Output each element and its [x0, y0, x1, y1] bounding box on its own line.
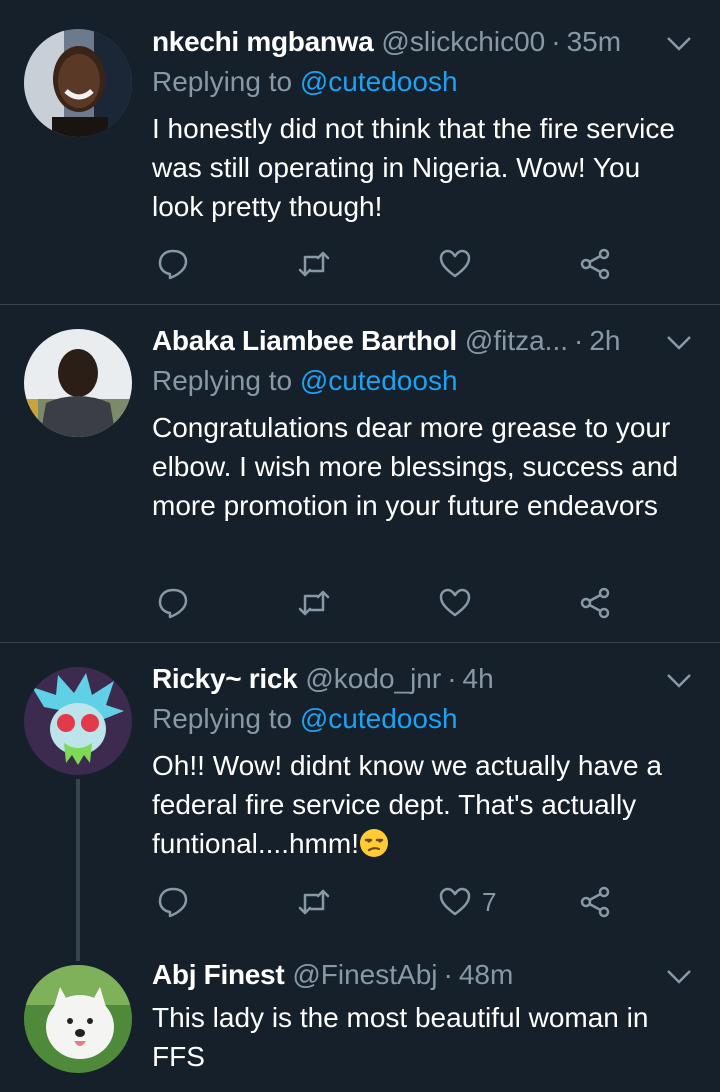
author-name[interactable]: Abj Finest: [152, 959, 285, 991]
tweet-actions: 7: [152, 882, 622, 922]
like-count: 7: [482, 886, 497, 917]
share-icon: [580, 248, 610, 280]
tweet-text: Congratulations dear more grease to your…: [152, 412, 679, 521]
author-handle[interactable]: @FinestAbj: [292, 959, 437, 991]
tweet-text: Oh!! Wow! didnt know we actually have a …: [152, 746, 696, 863]
timestamp[interactable]: 35m: [567, 26, 621, 58]
share-icon: [580, 886, 610, 918]
tweet-text-content: Oh!! Wow! didnt know we actually have a …: [152, 750, 662, 859]
retweet-button[interactable]: [297, 244, 331, 284]
retweet-icon: [298, 889, 330, 915]
separator: ·: [574, 325, 584, 356]
separator: ·: [443, 959, 453, 990]
retweet-button[interactable]: [297, 882, 331, 922]
share-button[interactable]: [578, 583, 612, 623]
tweet-3[interactable]: Ricky~ rick @kodo_jnr · 4h Replying to @…: [0, 643, 720, 961]
tweet-actions: [152, 583, 622, 623]
heart-icon: [439, 887, 471, 916]
tweet-1[interactable]: nkechi mgbanwa @slickchic00 · 35m Replyi…: [0, 0, 720, 304]
share-button[interactable]: [578, 244, 612, 284]
chevron-down-icon[interactable]: [666, 335, 692, 351]
mention-link[interactable]: @cutedoosh: [300, 365, 458, 396]
chevron-down-icon[interactable]: [666, 36, 692, 52]
tweet-4[interactable]: Abj Finest @FinestAbj · 48m This lady is…: [0, 953, 720, 1092]
reply-button[interactable]: [156, 882, 190, 922]
reply-feed: nkechi mgbanwa @slickchic00 · 35m Replyi…: [0, 0, 720, 1092]
tweet-2[interactable]: Abaka Liambee Barthol @fitza... · 2h Rep…: [0, 305, 720, 642]
author-handle[interactable]: @kodo_jnr: [305, 663, 441, 695]
timestamp[interactable]: 4h: [463, 663, 494, 695]
author-handle[interactable]: @fitza...: [465, 325, 568, 357]
avatar-ricky[interactable]: [24, 667, 132, 775]
avatar-abj[interactable]: [24, 965, 132, 1073]
avatar-abaka[interactable]: [24, 329, 132, 437]
timestamp[interactable]: 48m: [459, 959, 513, 991]
author-name[interactable]: nkechi mgbanwa: [152, 26, 374, 58]
replying-label: Replying to: [152, 703, 293, 734]
mention-link[interactable]: @cutedoosh: [300, 703, 458, 734]
share-button[interactable]: [578, 882, 612, 922]
replying-label: Replying to: [152, 66, 293, 97]
replying-to: Replying to @cutedoosh: [152, 66, 458, 98]
author-handle[interactable]: @slickchic00: [381, 26, 545, 58]
retweet-button[interactable]: [297, 583, 331, 623]
reply-icon: [158, 887, 188, 918]
like-button[interactable]: 7: [438, 882, 496, 922]
thread-line: [76, 779, 80, 961]
retweet-icon: [298, 251, 330, 277]
avatar-nkechi[interactable]: [24, 29, 132, 137]
separator: ·: [551, 26, 561, 57]
separator: ·: [447, 663, 457, 694]
heart-icon: [439, 249, 471, 278]
tweet-text: I honestly did not think that the fire s…: [152, 113, 675, 222]
retweet-icon: [298, 590, 330, 616]
reply-button[interactable]: [156, 244, 190, 284]
mention-link[interactable]: @cutedoosh: [300, 66, 458, 97]
author-name[interactable]: Ricky~ rick: [152, 663, 298, 695]
reply-icon: [158, 588, 188, 619]
author-name[interactable]: Abaka Liambee Barthol: [152, 325, 457, 357]
heart-icon: [439, 588, 471, 617]
chevron-down-icon[interactable]: [666, 673, 692, 689]
reply-button[interactable]: [156, 583, 190, 623]
chevron-down-icon[interactable]: [666, 969, 692, 985]
like-button[interactable]: [438, 583, 472, 623]
timestamp[interactable]: 2h: [589, 325, 620, 357]
replying-to: Replying to @cutedoosh: [152, 703, 458, 735]
like-button[interactable]: [438, 244, 472, 284]
replying-to: Replying to @cutedoosh: [152, 365, 458, 397]
reply-icon: [158, 249, 188, 280]
share-icon: [580, 587, 610, 619]
unamused-face-icon: [359, 829, 388, 857]
replying-label: Replying to: [152, 365, 293, 396]
tweet-text: This lady is the most beautiful woman in…: [152, 1002, 649, 1072]
tweet-actions: [152, 244, 622, 284]
